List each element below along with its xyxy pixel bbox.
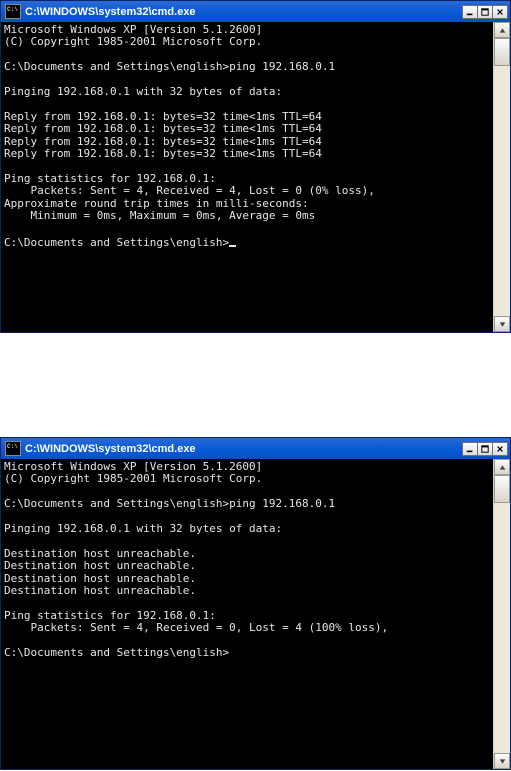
window-controls bbox=[462, 5, 508, 19]
cmd-icon bbox=[5, 4, 21, 19]
window-title: C:\WINDOWS\system32\cmd.exe bbox=[25, 443, 462, 455]
scroll-down-button[interactable] bbox=[494, 753, 510, 769]
scroll-thumb[interactable] bbox=[494, 38, 510, 66]
window-title: C:\WINDOWS\system32\cmd.exe bbox=[25, 6, 462, 18]
arrow-down-icon bbox=[499, 321, 506, 328]
close-icon bbox=[496, 445, 504, 453]
scroll-track[interactable] bbox=[494, 38, 510, 316]
cmd-window-1: C:\WINDOWS\system32\cmd.exe Microsoft Wi… bbox=[0, 0, 511, 333]
arrow-up-icon bbox=[499, 464, 506, 471]
client-area: Microsoft Windows XP [Version 5.1.2600] … bbox=[1, 22, 510, 332]
arrow-down-icon bbox=[499, 758, 506, 765]
scroll-up-button[interactable] bbox=[494, 459, 510, 475]
close-button[interactable] bbox=[492, 5, 508, 19]
close-icon bbox=[496, 8, 504, 16]
vertical-scrollbar[interactable] bbox=[493, 459, 510, 769]
titlebar[interactable]: C:\WINDOWS\system32\cmd.exe bbox=[1, 438, 510, 459]
minimize-button[interactable] bbox=[462, 442, 478, 456]
scroll-up-button[interactable] bbox=[494, 22, 510, 38]
close-button[interactable] bbox=[492, 442, 508, 456]
scroll-track[interactable] bbox=[494, 475, 510, 753]
window-controls bbox=[462, 442, 508, 456]
scroll-thumb[interactable] bbox=[494, 475, 510, 503]
minimize-icon bbox=[466, 445, 474, 453]
maximize-icon bbox=[481, 8, 489, 16]
scroll-down-button[interactable] bbox=[494, 316, 510, 332]
console-output[interactable]: Microsoft Windows XP [Version 5.1.2600] … bbox=[1, 459, 493, 769]
maximize-button[interactable] bbox=[477, 5, 493, 19]
vertical-scrollbar[interactable] bbox=[493, 22, 510, 332]
maximize-button[interactable] bbox=[477, 442, 493, 456]
arrow-up-icon bbox=[499, 27, 506, 34]
console-output[interactable]: Microsoft Windows XP [Version 5.1.2600] … bbox=[1, 22, 493, 332]
maximize-icon bbox=[481, 445, 489, 453]
cmd-window-2: C:\WINDOWS\system32\cmd.exe Microsoft Wi… bbox=[0, 437, 511, 770]
titlebar[interactable]: C:\WINDOWS\system32\cmd.exe bbox=[1, 1, 510, 22]
minimize-icon bbox=[466, 8, 474, 16]
cmd-icon bbox=[5, 441, 21, 456]
client-area: Microsoft Windows XP [Version 5.1.2600] … bbox=[1, 459, 510, 769]
minimize-button[interactable] bbox=[462, 5, 478, 19]
